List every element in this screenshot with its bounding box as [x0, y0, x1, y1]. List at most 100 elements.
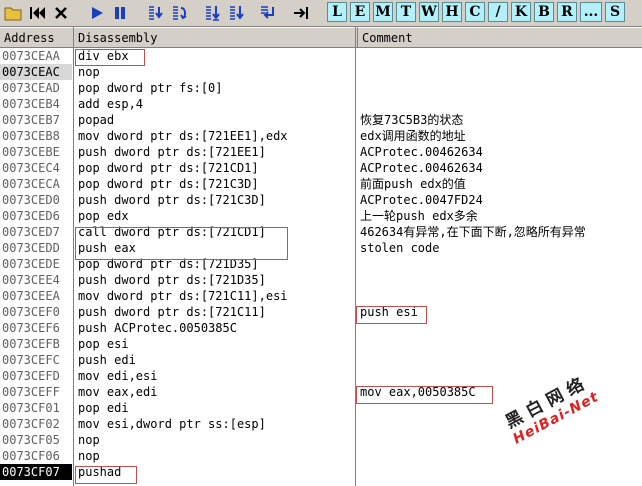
address-cell[interactable]: 0073CEB8	[0, 128, 72, 144]
disassembly-cell[interactable]: mov edi,esi	[74, 368, 354, 384]
comment-cell[interactable]: push esi	[358, 304, 642, 320]
execute-till-return-icon[interactable]	[258, 3, 278, 23]
table-row[interactable]: 0073CED6 pop edx 上一轮push edx多余	[0, 208, 642, 224]
address-cell[interactable]: 0073CF06	[0, 448, 72, 464]
handles-window-button[interactable]: H	[442, 2, 462, 22]
comment-cell[interactable]	[358, 256, 642, 272]
table-row[interactable]: 0073CEFD mov edi,esi	[0, 368, 642, 384]
comment-cell[interactable]	[358, 64, 642, 80]
disassembly-cell[interactable]: div ebx	[74, 48, 354, 64]
comment-cell[interactable]	[358, 336, 642, 352]
table-row[interactable]: 0073CEDD push eax stolen code	[0, 240, 642, 256]
disassembly-cell[interactable]: push dword ptr ds:[721C11]	[74, 304, 354, 320]
comment-cell[interactable]: edx调用函数的地址	[358, 128, 642, 144]
address-cell[interactable]: 0073CECA	[0, 176, 72, 192]
disassembly-cell[interactable]: mov dword ptr ds:[721C11],esi	[74, 288, 354, 304]
cpu-window-button[interactable]: C	[465, 2, 485, 22]
disassembly-cell[interactable]: mov esi,dword ptr ss:[esp]	[74, 416, 354, 432]
comment-cell[interactable]: 462634有异常,在下面下断,忽略所有异常	[358, 224, 642, 240]
log-window-button[interactable]: L	[327, 2, 347, 22]
open-folder-icon[interactable]	[3, 3, 23, 23]
table-row[interactable]: 0073CEAD pop dword ptr fs:[0]	[0, 80, 642, 96]
address-cell[interactable]: 0073CEF0	[0, 304, 72, 320]
patches-window-button[interactable]: /	[488, 2, 508, 22]
disassembly-column-header[interactable]: Disassembly	[74, 27, 358, 47]
trace-into-icon[interactable]	[203, 3, 223, 23]
table-row[interactable]: 0073CED7 call dword ptr ds:[721CD1] 462634…	[0, 224, 642, 240]
disassembly-cell[interactable]: nop	[74, 432, 354, 448]
table-row[interactable]: 0073CEDE pop dword ptr ds:[721D35]	[0, 256, 642, 272]
comment-column-header[interactable]: Comment	[358, 27, 642, 47]
table-row[interactable]: 0073CEAA div ebx	[0, 48, 642, 64]
table-row[interactable]: 0073CED0 push dword ptr ds:[721C3D] ACProt…	[0, 192, 642, 208]
address-cell[interactable]: 0073CEE4	[0, 272, 72, 288]
trace-over-icon[interactable]	[227, 3, 247, 23]
address-cell[interactable]: 0073CF02	[0, 416, 72, 432]
comment-cell[interactable]: stolen code	[358, 240, 642, 256]
disassembly-cell[interactable]: pop dword ptr ds:[721C3D]	[74, 176, 354, 192]
address-cell[interactable]: 0073CEFD	[0, 368, 72, 384]
breakpoints-window-button[interactable]: B	[534, 2, 554, 22]
pause-icon[interactable]	[110, 3, 130, 23]
disassembly-cell[interactable]: popad	[74, 112, 354, 128]
address-cell[interactable]: 0073CEBE	[0, 144, 72, 160]
source-window-button[interactable]: S	[605, 2, 625, 22]
comment-cell[interactable]	[358, 80, 642, 96]
table-row[interactable]: 0073CEBE push dword ptr ds:[721EE1] ACProt…	[0, 144, 642, 160]
table-row[interactable]: 0073CEFB pop esi	[0, 336, 642, 352]
address-column-header[interactable]: Address	[0, 27, 74, 47]
disassembly-cell[interactable]: nop	[74, 448, 354, 464]
rewind-icon[interactable]	[27, 3, 47, 23]
table-row[interactable]: 0073CEB4 add esp,4	[0, 96, 642, 112]
address-cell[interactable]: 0073CEEA	[0, 288, 72, 304]
run-trace-button[interactable]: ...	[580, 2, 602, 22]
go-to-icon[interactable]	[292, 3, 312, 23]
threads-window-button[interactable]: T	[396, 2, 416, 22]
comment-cell[interactable]: 前面push edx的值	[358, 176, 642, 192]
disassembly-cell[interactable]: pop dword ptr fs:[0]	[74, 80, 354, 96]
disassembly-cell[interactable]: pop edx	[74, 208, 354, 224]
windows-list-button[interactable]: W	[419, 2, 439, 22]
disassembly-cell[interactable]: push ACProtec.0050385C	[74, 320, 354, 336]
modules-window-button[interactable]: E	[350, 2, 370, 22]
address-cell[interactable]: 0073CED7	[0, 224, 72, 240]
disassembly-cell[interactable]: add esp,4	[74, 96, 354, 112]
address-cell[interactable]: 0073CF01	[0, 400, 72, 416]
address-cell[interactable]: 0073CEB4	[0, 96, 72, 112]
table-row[interactable]: 0073CEE4 push dword ptr ds:[721D35]	[0, 272, 642, 288]
table-row[interactable]: 0073CF07 pushad	[0, 464, 642, 480]
step-into-icon[interactable]	[146, 3, 166, 23]
disassembly-cell[interactable]: pop esi	[74, 336, 354, 352]
address-cell[interactable]: 0073CF05	[0, 432, 72, 448]
address-cell[interactable]: 0073CED6	[0, 208, 72, 224]
comment-cell[interactable]: ACProtec.00462634	[358, 160, 642, 176]
disassembly-cell[interactable]: push eax	[74, 240, 354, 256]
disassembly-cell[interactable]: call dword ptr ds:[721CD1]	[74, 224, 354, 240]
address-cell[interactable]: 0073CEDE	[0, 256, 72, 272]
run-icon[interactable]	[87, 3, 107, 23]
disassembly-cell[interactable]: push edi	[74, 352, 354, 368]
table-row[interactable]: 0073CEAC nop	[0, 64, 642, 80]
table-row[interactable]: 0073CEFC push edi	[0, 352, 642, 368]
table-row[interactable]: 0073CEEA mov dword ptr ds:[721C11],esi	[0, 288, 642, 304]
disassembly-cell[interactable]: pop dword ptr ds:[721D35]	[74, 256, 354, 272]
references-window-button[interactable]: R	[557, 2, 577, 22]
disassembly-cell[interactable]: pushad	[74, 464, 354, 480]
table-row[interactable]: 0073CEB8 mov dword ptr ds:[721EE1],edx edx…	[0, 128, 642, 144]
address-cell[interactable]: 0073CEB7	[0, 112, 72, 128]
comment-cell[interactable]	[358, 272, 642, 288]
address-cell[interactable]: 0073CEAA	[0, 48, 72, 64]
step-over-icon[interactable]	[170, 3, 190, 23]
comment-cell[interactable]	[358, 464, 642, 480]
disassembly-cell[interactable]: push dword ptr ds:[721D35]	[74, 272, 354, 288]
memory-map-button[interactable]: M	[373, 2, 393, 22]
call-stack-button[interactable]: K	[511, 2, 531, 22]
address-cell[interactable]: 0073CEDD	[0, 240, 72, 256]
address-cell[interactable]: 0073CEF6	[0, 320, 72, 336]
disassembly-cell[interactable]: push dword ptr ds:[721C3D]	[74, 192, 354, 208]
comment-cell[interactable]: 上一轮push edx多余	[358, 208, 642, 224]
address-cell[interactable]: 0073CEC4	[0, 160, 72, 176]
table-row[interactable]: 0073CEF0 push dword ptr ds:[721C11] push e…	[0, 304, 642, 320]
comment-cell[interactable]: ACProtec.00462634	[358, 144, 642, 160]
address-cell[interactable]: 0073CEFB	[0, 336, 72, 352]
